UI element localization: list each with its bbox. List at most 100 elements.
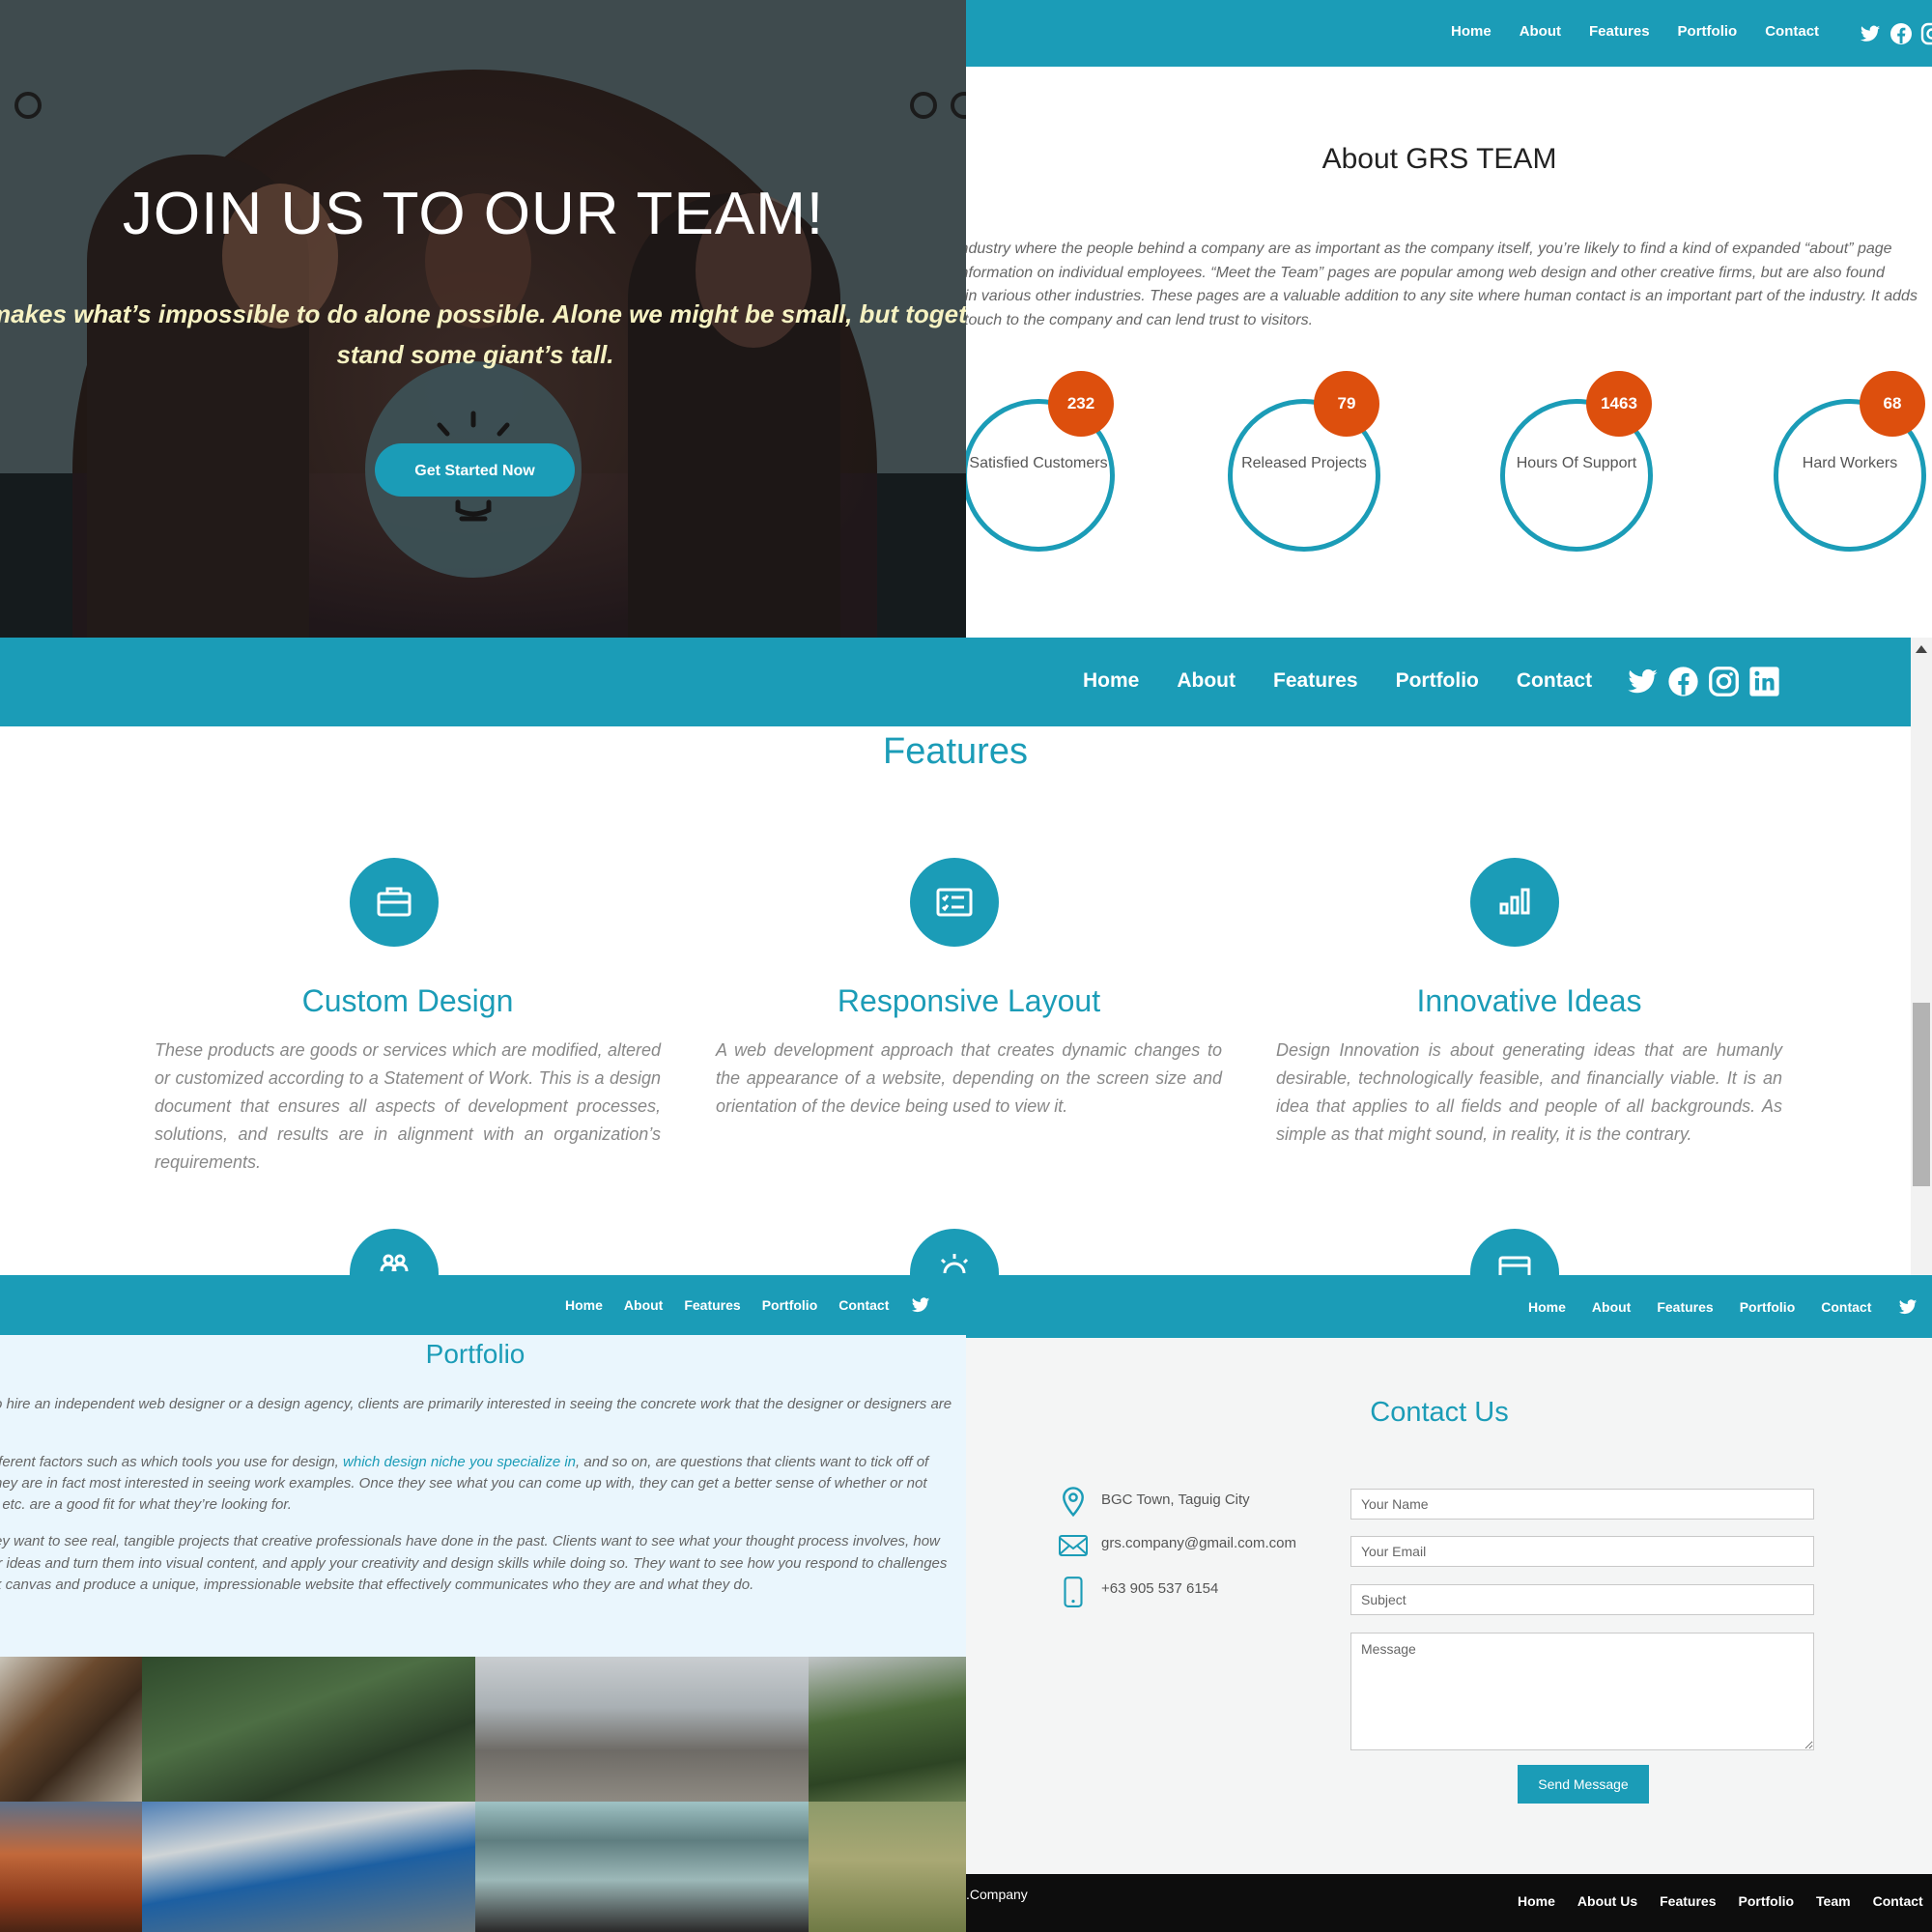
portfolio-text-line: o hire an independent web designer or a …: [0, 1396, 952, 1412]
portfolio-text-line: hey are in fact most interested in seein…: [0, 1475, 927, 1492]
design-niche-link[interactable]: which design niche you specialize in: [343, 1454, 576, 1470]
nav-home[interactable]: Home: [1451, 23, 1492, 40]
stat-satisfied-customers: Satisfied Customers 232: [966, 371, 1115, 552]
contact-section: Home About Features Portfolio Contact Co…: [966, 1275, 1932, 1932]
facebook-icon[interactable]: [1667, 666, 1699, 697]
nav-features[interactable]: Features: [1657, 1299, 1713, 1315]
team-icon: [350, 1229, 439, 1275]
nav-portfolio[interactable]: Portfolio: [1740, 1299, 1796, 1315]
nav-about[interactable]: About: [1520, 23, 1561, 40]
nav-menu: Home About Features Portfolio Contact: [1083, 669, 1592, 693]
footer: .Company Home About Us Features Portfoli…: [966, 1874, 1932, 1932]
calendar-icon: [1470, 1229, 1559, 1275]
social-links: [1627, 666, 1780, 697]
footer-link-home[interactable]: Home: [1518, 1893, 1555, 1909]
envelope-icon: [1059, 1535, 1088, 1556]
nav-contact[interactable]: Contact: [1821, 1299, 1871, 1315]
navbar: Home About Features Portfolio Contact: [966, 1275, 1932, 1338]
twitter-icon[interactable]: [1627, 666, 1659, 697]
stat-hard-workers: Hard Workers 68: [1774, 371, 1926, 552]
scrollbar-thumb[interactable]: [1913, 1003, 1930, 1186]
stat-value-badge: 79: [1314, 371, 1379, 437]
footer-link-features[interactable]: Features: [1660, 1893, 1716, 1909]
instagram-icon[interactable]: [1920, 22, 1932, 45]
nav-about[interactable]: About: [624, 1297, 663, 1313]
portfolio-image-fjord[interactable]: [142, 1802, 475, 1932]
features-section: Home About Features Portfolio Contact Fe…: [0, 638, 1932, 1275]
stat-label: Hours Of Support: [1516, 455, 1637, 471]
stat-label: Released Projects: [1241, 455, 1367, 471]
footer-brand: .Company: [966, 1887, 1028, 1902]
checklist-icon: [910, 858, 999, 947]
nav-home[interactable]: Home: [565, 1297, 603, 1313]
nav-portfolio[interactable]: Portfolio: [1678, 23, 1738, 40]
nav-features[interactable]: Features: [1589, 23, 1650, 40]
send-message-button[interactable]: Send Message: [1518, 1765, 1649, 1804]
portfolio-text-line: fferent factors such as which tools you …: [0, 1452, 928, 1473]
nav-portfolio[interactable]: Portfolio: [762, 1297, 818, 1313]
nav-home[interactable]: Home: [1083, 669, 1139, 693]
carousel-dot[interactable]: [910, 92, 937, 119]
contact-address: BGC Town, Taguig City: [1101, 1492, 1250, 1508]
message-field[interactable]: [1350, 1633, 1814, 1750]
contact-email[interactable]: grs.company@gmail.com.com: [1101, 1535, 1296, 1551]
scroll-up-arrow-icon[interactable]: [1916, 645, 1927, 653]
hero-tagline: stand some giant’s tall.: [336, 340, 614, 369]
feature-description: A web development approach that creates …: [716, 1040, 1222, 1116]
contact-title: Contact Us: [1370, 1397, 1509, 1428]
about-text-line: industry where the people behind a compa…: [966, 241, 1892, 257]
nav-about[interactable]: About: [1177, 669, 1236, 693]
portfolio-image-hills[interactable]: [809, 1657, 966, 1802]
nav-contact[interactable]: Contact: [838, 1297, 889, 1313]
portfolio-image-canyon[interactable]: [0, 1802, 142, 1932]
portfolio-image-forest[interactable]: [142, 1657, 475, 1802]
portfolio-section: Home About Features Portfolio Contact Po…: [0, 1275, 966, 1932]
contact-phone: +63 905 537 6154: [1101, 1580, 1219, 1597]
portfolio-text: , and so on, are questions that clients …: [576, 1454, 929, 1470]
nav-features[interactable]: Features: [684, 1297, 740, 1313]
portfolio-text-line: , etc. are a good fit for what they’re l…: [0, 1496, 292, 1513]
twitter-icon[interactable]: [910, 1295, 931, 1315]
stat-released-projects: Released Projects 79: [1228, 371, 1380, 552]
footer-links: Home About Us Features Portfolio Team Co…: [1518, 1893, 1923, 1909]
feature-title: Custom Design: [301, 983, 514, 1018]
location-pin-icon: [1063, 1487, 1084, 1518]
feature-description: Design Innovation is about generating id…: [1276, 1040, 1782, 1144]
footer-link-team[interactable]: Team: [1816, 1893, 1851, 1909]
nav-about[interactable]: About: [1592, 1299, 1631, 1315]
name-field[interactable]: [1350, 1489, 1814, 1520]
nav-menu: Home About Features Portfolio Contact: [1451, 23, 1819, 40]
nav-features[interactable]: Features: [1273, 669, 1358, 693]
carousel-dot[interactable]: [14, 92, 42, 119]
nav-contact[interactable]: Contact: [1517, 669, 1592, 693]
hero-section: JOIN US TO OUR TEAM! makes what’s imposs…: [0, 0, 966, 638]
footer-link-portfolio[interactable]: Portfolio: [1738, 1893, 1794, 1909]
about-text: industry where the people behind a compa…: [966, 238, 1932, 332]
get-started-button[interactable]: Get Started Now: [375, 443, 575, 497]
feature-description: These products are goods or services whi…: [155, 1040, 661, 1172]
briefcase-icon: [350, 858, 439, 947]
portfolio-title: Portfolio: [425, 1339, 526, 1369]
stat-value-badge: 1463: [1586, 371, 1652, 437]
portfolio-image-eagle[interactable]: [0, 1657, 142, 1802]
feature-title: Innovative Ideas: [1416, 983, 1642, 1018]
bar-chart-icon: [1470, 858, 1559, 947]
portfolio-image-grass[interactable]: [809, 1802, 966, 1932]
footer-link-about-us[interactable]: About Us: [1577, 1893, 1637, 1909]
subject-field[interactable]: [1350, 1584, 1814, 1615]
carousel-dot[interactable]: [951, 92, 966, 119]
email-field[interactable]: [1350, 1536, 1814, 1567]
instagram-icon[interactable]: [1708, 666, 1740, 697]
about-text-line: information on individual employees. “Me…: [966, 264, 1885, 281]
twitter-icon[interactable]: [1859, 23, 1882, 44]
nav-portfolio[interactable]: Portfolio: [1396, 669, 1479, 693]
nav-contact[interactable]: Contact: [1765, 23, 1819, 40]
linkedin-icon[interactable]: [1748, 666, 1780, 697]
twitter-icon[interactable]: [1897, 1297, 1918, 1317]
footer-link-contact[interactable]: Contact: [1873, 1893, 1923, 1909]
portfolio-image-woman[interactable]: [475, 1802, 809, 1932]
portfolio-image-bear[interactable]: [475, 1657, 809, 1802]
about-text-line: hin various other industries. These page…: [966, 288, 1918, 304]
nav-home[interactable]: Home: [1528, 1299, 1566, 1315]
facebook-icon[interactable]: [1889, 22, 1913, 45]
